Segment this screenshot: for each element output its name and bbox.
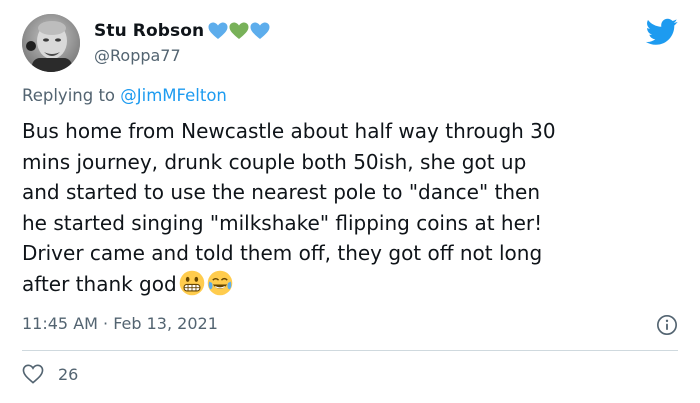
tears-of-joy-icon — [207, 270, 232, 295]
green-heart-icon — [229, 22, 249, 39]
name-emojis — [208, 22, 270, 40]
author-block: Stu Robson @Roppa77 — [94, 20, 270, 65]
reply-prefix: Replying to — [22, 86, 121, 105]
tweet-card: Stu Robson @Roppa77 Replying to @JimMFel… — [0, 0, 700, 403]
heart-outline-icon[interactable] — [22, 364, 44, 384]
blue-heart-icon — [208, 22, 228, 39]
blue-heart-icon — [250, 22, 270, 39]
tweet-timestamp[interactable]: 11:45 AM · Feb 13, 2021 — [22, 314, 218, 333]
like-action[interactable]: 26 — [22, 364, 78, 384]
divider — [22, 350, 678, 351]
tweet-body-text: Bus home from Newcastle about half way t… — [22, 119, 556, 296]
grimacing-face-icon — [179, 270, 204, 295]
reply-context: Replying to @JimMFelton — [22, 86, 227, 105]
tweet-text: Bus home from Newcastle about half way t… — [22, 116, 682, 299]
avatar-photo — [22, 14, 80, 72]
info-icon[interactable] — [656, 314, 678, 336]
user-handle[interactable]: @Roppa77 — [94, 46, 270, 65]
reply-mention-link[interactable]: @JimMFelton — [120, 86, 227, 105]
like-count: 26 — [58, 364, 79, 384]
avatar[interactable] — [22, 14, 80, 72]
twitter-bird-icon[interactable] — [646, 18, 678, 46]
name-row: Stu Robson — [94, 20, 270, 42]
display-name[interactable]: Stu Robson — [94, 21, 204, 41]
